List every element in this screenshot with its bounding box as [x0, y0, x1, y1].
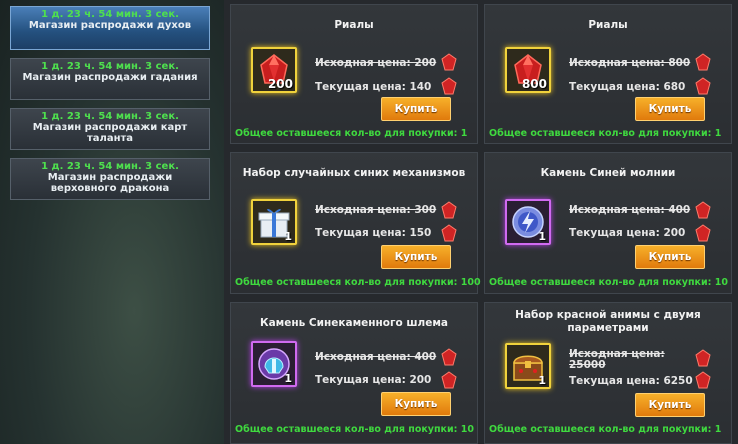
red-gem-icon: [695, 201, 711, 219]
buy-button[interactable]: Купить: [635, 393, 705, 417]
current-price: Текущая цена: 200: [315, 374, 432, 386]
buy-button[interactable]: Купить: [635, 97, 705, 121]
item-quantity: 800: [521, 77, 547, 91]
tab-timer: 1 д. 23 ч. 54 мин. 3 сек.: [41, 9, 179, 20]
item-quantity: 1: [284, 230, 292, 243]
tab-timer: 1 д. 23 ч. 54 мин. 3 сек.: [41, 61, 179, 72]
item-title: Камень Синей молнии: [540, 167, 676, 179]
current-price: Текущая цена: 6250: [569, 375, 693, 387]
item-icon-frame[interactable]: 1: [251, 199, 297, 245]
item-icon-frame[interactable]: 200: [251, 47, 297, 93]
item-icon-frame[interactable]: 1: [505, 199, 551, 245]
red-gem-icon: [441, 77, 457, 95]
buy-button[interactable]: Купить: [381, 97, 451, 121]
item-quantity: 1: [538, 374, 546, 387]
tab-talent-card-shop[interactable]: 1 д. 23 ч. 54 мин. 3 сек. Магазин распро…: [10, 108, 210, 150]
red-gem-icon: [695, 53, 711, 71]
item-icon-frame[interactable]: 1: [505, 343, 551, 389]
red-gem-icon: [441, 201, 457, 219]
tab-label: Магазин распродажи верховного дракона: [47, 172, 173, 194]
tab-timer: 1 д. 23 ч. 54 мин. 3 сек.: [41, 111, 179, 122]
item-title: Риалы: [334, 19, 374, 31]
current-price: Текущая цена: 200: [569, 227, 686, 239]
shop-item-card: Набор красной анимы с двумя параметрами …: [484, 302, 732, 444]
tab-label: Магазин распродажи духов: [28, 20, 192, 31]
item-title: Набор случайных синих механизмов: [242, 167, 466, 179]
original-price: Исходная цена: 400: [569, 204, 691, 216]
current-price: Текущая цена: 140: [315, 81, 432, 93]
shop-tab-list: 1 д. 23 ч. 54 мин. 3 сек. Магазин распро…: [10, 6, 212, 208]
shop-item-card: Камень Синей молнии 1 Исходная цена: 400…: [484, 152, 732, 294]
red-gem-icon: [441, 53, 457, 71]
red-gem-icon: [695, 77, 711, 95]
tab-supreme-dragon-shop[interactable]: 1 д. 23 ч. 54 мин. 3 сек. Магазин распро…: [10, 158, 210, 200]
original-price: Исходная цена: 200: [315, 57, 437, 69]
original-price: Исходная цена: 300: [315, 204, 437, 216]
remaining-quantity: Общее оставшееся кол-во для покупки: 100: [235, 277, 481, 288]
item-title: Риалы: [588, 19, 628, 31]
tab-spirit-shop[interactable]: 1 д. 23 ч. 54 мин. 3 сек. Магазин распро…: [10, 6, 210, 50]
tab-divination-shop[interactable]: 1 д. 23 ч. 54 мин. 3 сек. Магазин распро…: [10, 58, 210, 100]
item-quantity: 200: [267, 77, 293, 91]
red-gem-icon: [695, 224, 711, 242]
buy-button[interactable]: Купить: [635, 245, 705, 269]
tab-timer: 1 д. 23 ч. 54 мин. 3 сек.: [41, 161, 179, 172]
buy-button[interactable]: Купить: [381, 245, 451, 269]
shop-item-card: Риалы 800 Исходная цена: 800 Текущая цен…: [484, 4, 732, 144]
remaining-quantity: Общее оставшееся кол-во для покупки: 10: [235, 424, 474, 435]
tab-label: Магазин распродажи карт таланта: [32, 122, 188, 144]
shop-items-panel: Риалы 200 Исходная цена: 200 Текущая цен…: [224, 0, 738, 444]
remaining-quantity: Общее оставшееся кол-во для покупки: 1: [489, 424, 722, 435]
item-quantity: 1: [538, 230, 546, 243]
shop-item-card: Камень Синекаменного шлема 1 Исходная це…: [230, 302, 478, 444]
remaining-quantity: Общее оставшееся кол-во для покупки: 10: [489, 277, 728, 288]
current-price: Текущая цена: 680: [569, 81, 686, 93]
current-price: Текущая цена: 150: [315, 227, 432, 239]
item-quantity: 1: [284, 372, 292, 385]
item-icon-frame[interactable]: 800: [505, 47, 551, 93]
shop-item-card: Набор случайных синих механизмов 1 Исход…: [230, 152, 481, 294]
tab-label: Магазин распродажи гадания: [22, 72, 198, 83]
remaining-quantity: Общее оставшееся кол-во для покупки: 1: [489, 128, 722, 139]
remaining-quantity: Общее оставшееся кол-во для покупки: 1: [235, 128, 468, 139]
shop-item-card: Риалы 200 Исходная цена: 200 Текущая цен…: [230, 4, 478, 144]
red-gem-icon: [441, 348, 457, 366]
item-icon-frame[interactable]: 1: [251, 341, 297, 387]
red-gem-icon: [441, 224, 457, 242]
buy-button[interactable]: Купить: [381, 392, 451, 416]
item-title: Камень Синекаменного шлема: [260, 317, 448, 329]
red-gem-icon: [695, 349, 711, 367]
original-price: Исходная цена: 800: [569, 57, 691, 69]
red-gem-icon: [695, 371, 711, 389]
item-title: Набор красной анимы с двумя параметрами: [515, 309, 701, 334]
original-price: Исходная цена: 400: [315, 351, 437, 363]
red-gem-icon: [441, 371, 457, 389]
original-price: Исходная цена: 25000: [569, 348, 665, 371]
